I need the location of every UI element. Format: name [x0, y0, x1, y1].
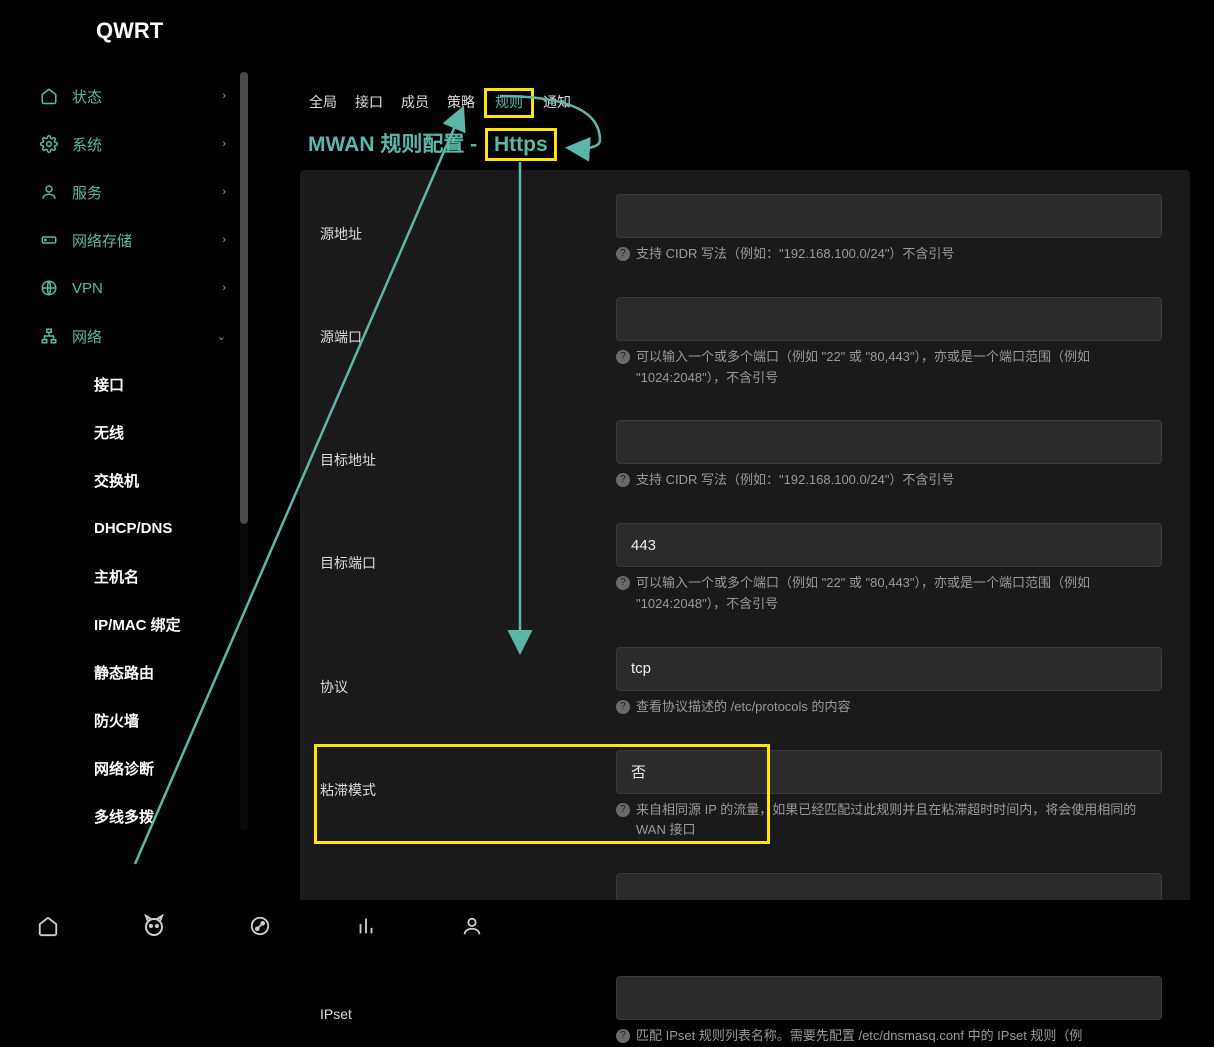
sidebar-sub-ipmac[interactable]: IP/MAC 绑定 [24, 600, 240, 648]
hint-protocol: ?查看协议描述的 /etc/protocols 的内容 [616, 697, 1162, 718]
sidebar-scrollbar[interactable] [240, 72, 248, 830]
label-protocol: 协议 [320, 647, 616, 718]
stats-icon[interactable] [354, 914, 378, 938]
bottom-bar [0, 900, 1214, 952]
link-icon[interactable] [248, 914, 272, 938]
hint-sticky: ?来自相同源 IP 的流量，如果已经匹配过此规则并且在粘滞超时时间内，将会使用相… [616, 800, 1162, 842]
label-ipset: IPset [320, 976, 616, 1047]
row-dest-port: 目标端口 443 ?可以输入一个或多个端口（例如 "22" 或 "80,443"… [320, 523, 1170, 615]
chevron-right-icon: › [222, 282, 226, 294]
hint-source-port: ?可以输入一个或多个端口（例如 "22" 或 "80,443"），亦或是一个端口… [616, 347, 1162, 389]
row-sticky: 粘滞模式 否 ?来自相同源 IP 的流量，如果已经匹配过此规则并且在粘滞超时时间… [320, 750, 1170, 842]
scrollbar-thumb[interactable] [240, 72, 248, 524]
chevron-down-icon: ⌄ [217, 330, 226, 343]
label-source-port: 源端口 [320, 297, 616, 389]
hint-source-addr: ?支持 CIDR 写法（例如："192.168.100.0/24"）不含引号 [616, 244, 1162, 265]
sidebar-item-network[interactable]: 网络 ⌄ [24, 312, 240, 360]
select-sticky[interactable]: 否 [616, 750, 1162, 794]
profile-icon[interactable] [460, 914, 484, 938]
chevron-right-icon: › [222, 138, 226, 150]
label-sticky: 粘滞模式 [320, 750, 616, 842]
tab-policies[interactable]: 策略 [438, 88, 484, 118]
help-icon: ? [616, 803, 630, 817]
tab-global[interactable]: 全局 [300, 88, 346, 118]
sidebar: 状态 › 系统 › 服务 › 网络存储 › [24, 72, 240, 830]
row-source-addr: 源地址 ?支持 CIDR 写法（例如："192.168.100.0/24"）不含… [320, 194, 1170, 265]
label-source-addr: 源地址 [320, 194, 616, 265]
help-icon: ? [616, 350, 630, 364]
help-icon: ? [616, 473, 630, 487]
chevron-right-icon: › [222, 90, 226, 102]
row-protocol: 协议 tcp ?查看协议描述的 /etc/protocols 的内容 [320, 647, 1170, 718]
input-dest-port[interactable]: 443 [616, 523, 1162, 567]
disk-icon [38, 231, 60, 249]
home-icon[interactable] [36, 914, 60, 938]
hint-ipset: ?匹配 IPset 规则列表名称。需要先配置 /etc/dnsmasq.conf… [616, 1026, 1162, 1047]
hint-dest-port: ?可以输入一个或多个端口（例如 "22" 或 "80,443"），亦或是一个端口… [616, 573, 1162, 615]
form-panel: 源地址 ?支持 CIDR 写法（例如："192.168.100.0/24"）不含… [300, 170, 1190, 930]
row-dest-addr: 目标地址 ?支持 CIDR 写法（例如："192.168.100.0/24"）不… [320, 420, 1170, 491]
sidebar-sub-interfaces[interactable]: 接口 [24, 360, 240, 408]
tab-members[interactable]: 成员 [392, 88, 438, 118]
user-icon [38, 183, 60, 201]
sidebar-sub-dhcp[interactable]: DHCP/DNS [24, 504, 240, 552]
sidebar-sub-multiwan[interactable]: 多线多拨 [24, 792, 240, 830]
help-icon: ? [616, 1029, 630, 1043]
chevron-right-icon: › [222, 234, 226, 246]
label-dest-addr: 目标地址 [320, 420, 616, 491]
sidebar-sub-hostnames[interactable]: 主机名 [24, 552, 240, 600]
sidebar-sub-static-routes[interactable]: 静态路由 [24, 648, 240, 696]
sidebar-item-storage[interactable]: 网络存储 › [24, 216, 240, 264]
sidebar-item-label: 网络 [72, 326, 102, 347]
row-source-port: 源端口 ?可以输入一个或多个端口（例如 "22" 或 "80,443"），亦或是… [320, 297, 1170, 389]
hint-dest-addr: ?支持 CIDR 写法（例如："192.168.100.0/24"）不含引号 [616, 470, 1162, 491]
sidebar-sub-diagnostics[interactable]: 网络诊断 [24, 744, 240, 792]
page-title: MWAN 规则配置 - Https [308, 128, 557, 158]
sidebar-sub-wireless[interactable]: 无线 [24, 408, 240, 456]
home-icon [38, 87, 60, 105]
sidebar-item-system[interactable]: 系统 › [24, 120, 240, 168]
chevron-right-icon: › [222, 186, 226, 198]
gear-icon [38, 135, 60, 153]
sidebar-item-label: 网络存储 [72, 230, 132, 251]
tab-interfaces[interactable]: 接口 [346, 88, 392, 118]
input-dest-addr[interactable] [616, 420, 1162, 464]
help-icon: ? [616, 576, 630, 590]
sidebar-sub-firewall[interactable]: 防火墙 [24, 696, 240, 744]
input-source-addr[interactable] [616, 194, 1162, 238]
row-ipset: IPset ?匹配 IPset 规则列表名称。需要先配置 /etc/dnsmas… [320, 976, 1170, 1047]
sidebar-sub-switch[interactable]: 交换机 [24, 456, 240, 504]
sidebar-item-vpn[interactable]: VPN › [24, 264, 240, 312]
sidebar-item-label: VPN [72, 280, 103, 297]
help-icon: ? [616, 700, 630, 714]
tab-notify[interactable]: 通知 [534, 88, 580, 118]
label-dest-port: 目标端口 [320, 523, 616, 615]
globe-icon [38, 279, 60, 297]
sidebar-item-status[interactable]: 状态 › [24, 72, 240, 120]
sidebar-item-label: 服务 [72, 182, 102, 203]
sidebar-item-label: 系统 [72, 134, 102, 155]
network-icon [38, 327, 60, 345]
tab-rules[interactable]: 规则 [484, 88, 534, 118]
sidebar-item-services[interactable]: 服务 › [24, 168, 240, 216]
rule-name: Https [485, 128, 557, 161]
input-source-port[interactable] [616, 297, 1162, 341]
select-protocol[interactable]: tcp [616, 647, 1162, 691]
tab-bar: 全局 接口 成员 策略 规则 通知 [300, 88, 580, 118]
sidebar-item-label: 状态 [72, 86, 102, 107]
input-ipset[interactable] [616, 976, 1162, 1020]
help-icon: ? [616, 247, 630, 261]
cat-icon[interactable] [142, 914, 166, 938]
